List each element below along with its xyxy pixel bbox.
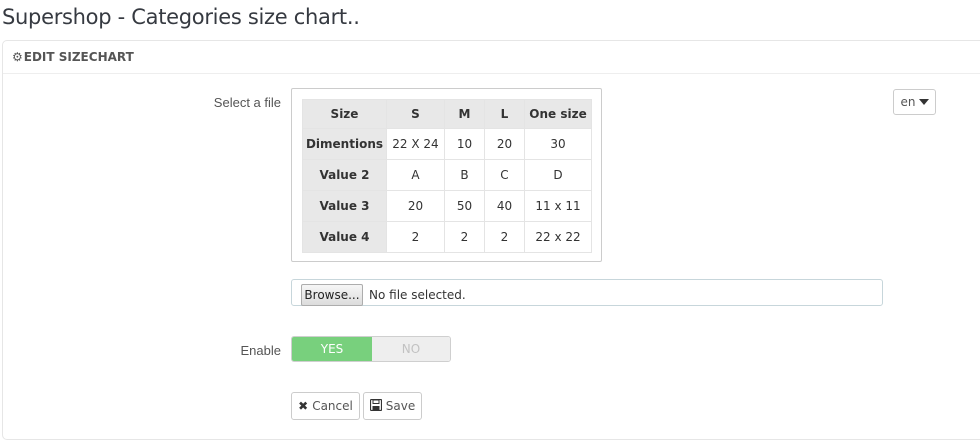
table-row: Dimentions 22 X 24 10 20 30 [302, 128, 592, 160]
floppy-disk-icon [369, 398, 382, 414]
panel-heading-label: EDIT SIZECHART [23, 50, 134, 64]
row-header-cell: Value 4 [302, 221, 387, 253]
table-cell: 50 [444, 190, 485, 222]
table-cell: 22 x 22 [524, 221, 592, 253]
header-cell: Size [302, 99, 387, 129]
panel-heading: ⚙ EDIT SIZECHART [3, 41, 980, 74]
gear-icon: ⚙ [12, 50, 23, 64]
table-cell: 30 [524, 128, 592, 160]
header-cell: One size [524, 99, 592, 129]
select-file-label: Select a file [213, 95, 281, 110]
sizechart-header-row: Size S M L One size [302, 99, 592, 129]
table-cell: 2 [386, 221, 445, 253]
enable-switch[interactable]: YES NO [291, 336, 451, 362]
language-dropdown[interactable]: en [893, 89, 936, 115]
table-cell: 11 x 11 [524, 190, 592, 222]
row-header-cell: Dimentions [302, 128, 387, 160]
caret-down-icon [918, 99, 929, 105]
enable-label: Enable [240, 343, 281, 358]
table-cell: 10 [444, 128, 485, 160]
browse-button[interactable]: Browse... [301, 283, 363, 306]
page-title: Supershop - Categories size chart.. [2, 5, 360, 29]
table-cell: A [386, 159, 445, 191]
table-row: Value 4 2 2 2 22 x 22 [302, 221, 592, 253]
language-selected: en [900, 95, 916, 109]
sizechart-preview: Size S M L One size Dimentions 22 X 24 1… [291, 88, 602, 262]
save-button[interactable]: Save [363, 392, 422, 420]
table-cell: 22 X 24 [386, 128, 445, 160]
table-cell: 20 [484, 128, 525, 160]
table-cell: D [524, 159, 592, 191]
row-header-cell: Value 2 [302, 159, 387, 191]
row-header-cell: Value 3 [302, 190, 387, 222]
save-label: Save [385, 399, 416, 413]
close-icon: ✖ [298, 399, 309, 413]
file-status: No file selected. [369, 287, 466, 302]
table-cell: 20 [386, 190, 445, 222]
header-cell: M [444, 99, 485, 129]
table-cell: 2 [484, 221, 525, 253]
cancel-label: Cancel [312, 399, 353, 413]
table-row: Value 3 20 50 40 11 x 11 [302, 190, 592, 222]
header-cell: L [484, 99, 525, 129]
table-cell: 40 [484, 190, 525, 222]
header-cell: S [386, 99, 445, 129]
table-row: Value 2 A B C D [302, 159, 592, 191]
enable-yes-option[interactable]: YES [292, 337, 372, 361]
cancel-button[interactable]: ✖ Cancel [291, 392, 360, 420]
enable-no-option[interactable]: NO [372, 337, 450, 361]
table-cell: 2 [444, 221, 485, 253]
sizechart-table: Size S M L One size Dimentions 22 X 24 1… [302, 99, 592, 253]
file-upload-field[interactable]: Browse... No file selected. [291, 279, 883, 306]
table-cell: B [444, 159, 485, 191]
table-cell: C [484, 159, 525, 191]
